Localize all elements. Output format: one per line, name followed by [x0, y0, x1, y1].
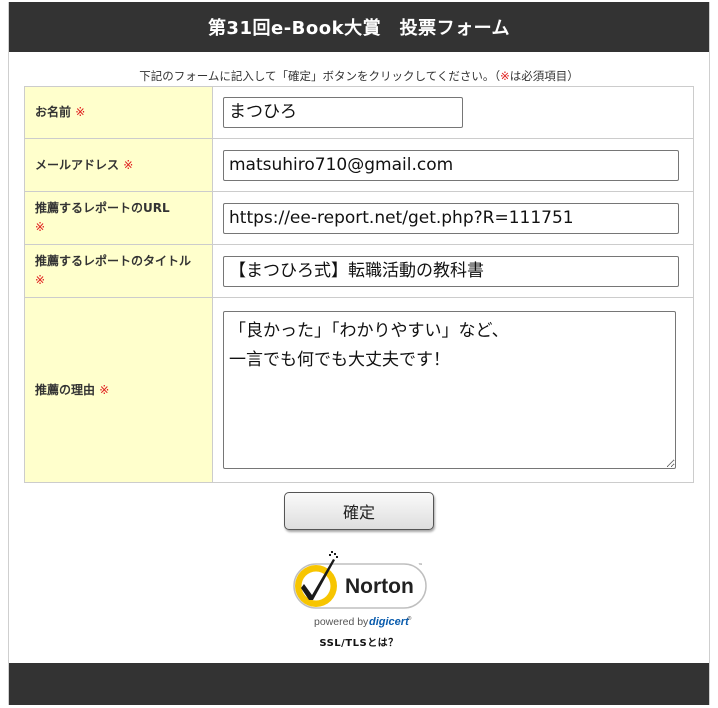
form-row-email: メールアドレス ※ matsuhiro710@gmail.com [24, 138, 694, 192]
name-input[interactable]: まつひろ [223, 97, 463, 128]
vote-form-table: お名前 ※ まつひろ メールアドレス ※ matsuhiro710@gmail.… [24, 86, 694, 483]
required-mark: ※ [75, 105, 86, 120]
form-row-report-url: 推薦するレポートのURL ※ https://ee-report.net/get… [24, 191, 694, 245]
email-input[interactable]: matsuhiro710@gmail.com [223, 149, 679, 181]
spark-dot [336, 556, 338, 558]
reason-field-cell: 「良かった」「わかりやすい」など、 一言でも何でも大丈夫です！ [212, 297, 694, 483]
report-title-label-text: 推薦するレポートのタイトル [35, 254, 192, 269]
name-label-text: お名前 [35, 105, 72, 120]
email-label: メールアドレス ※ [24, 138, 213, 192]
trademark-mark: ™ [418, 563, 423, 569]
page-title: 第31回e-Book大賞 投票フォーム [207, 18, 511, 39]
confirm-button[interactable]: 確定 [284, 492, 434, 530]
report-title-input[interactable]: 【まつひろ式】転職活動の教科書 [223, 255, 679, 287]
required-mark: ※ [35, 220, 46, 234]
required-mark: ※ [123, 157, 134, 172]
reason-label-text: 推薦の理由 [35, 382, 96, 397]
report-url-label-text: 推薦するレポートのURL [35, 201, 170, 216]
report-url-label: 推薦するレポートのURL ※ [24, 191, 213, 245]
required-mark: ※ [99, 382, 110, 397]
spark-dot [331, 551, 333, 553]
registered-mark: ® [407, 615, 412, 622]
norton-brand-text: Norton [345, 575, 414, 598]
norton-secured-seal[interactable]: Norton ™ powered by digicert ® [289, 550, 431, 632]
required-legend-mark: ※ [500, 69, 510, 83]
report-url-input[interactable]: https://ee-report.net/get.php?R=111751 [223, 202, 679, 234]
powered-by-text: powered by [314, 616, 369, 628]
seal-spark-dots [329, 551, 338, 558]
report-title-field-cell: 【まつひろ式】転職活動の教科書 [212, 244, 694, 298]
email-field-cell: matsuhiro710@gmail.com [212, 138, 694, 192]
spark-dot [329, 554, 331, 556]
digicert-logo-text: digicert [369, 616, 410, 628]
report-title-label: 推薦するレポートのタイトル ※ [24, 244, 213, 298]
required-legend-text: は必須項目） [509, 69, 579, 83]
required-mark: ※ [35, 273, 46, 287]
form-row-name: お名前 ※ まつひろ [24, 86, 694, 139]
page-footer [9, 663, 709, 705]
reason-label: 推薦の理由 ※ [24, 297, 213, 483]
name-field-cell: まつひろ [212, 86, 694, 139]
email-label-text: メールアドレス [35, 157, 120, 172]
page-frame: 第31回e-Book大賞 投票フォーム 下記のフォームに記入して「確定」ボタンを… [8, 2, 710, 705]
ssl-tls-info-link[interactable]: SSL/TLSとは？ [9, 634, 709, 649]
form-row-reason: 推薦の理由 ※ 「良かった」「わかりやすい」など、 一言でも何でも大丈夫です！ [24, 297, 694, 483]
name-label: お名前 ※ [24, 86, 213, 139]
instructions-text: 下記のフォームに記入して「確定」ボタンをクリックしてください。（ [139, 69, 501, 83]
form-instructions: 下記のフォームに記入して「確定」ボタンをクリックしてください。（※は必須項目） [9, 68, 709, 84]
spark-dot [334, 553, 336, 555]
report-url-field-cell: https://ee-report.net/get.php?R=111751 [212, 191, 694, 245]
form-row-report-title: 推薦するレポートのタイトル ※ 【まつひろ式】転職活動の教科書 [24, 244, 694, 298]
reason-textarea[interactable]: 「良かった」「わかりやすい」など、 一言でも何でも大丈夫です！ [223, 311, 676, 469]
page-header: 第31回e-Book大賞 投票フォーム [9, 2, 709, 52]
